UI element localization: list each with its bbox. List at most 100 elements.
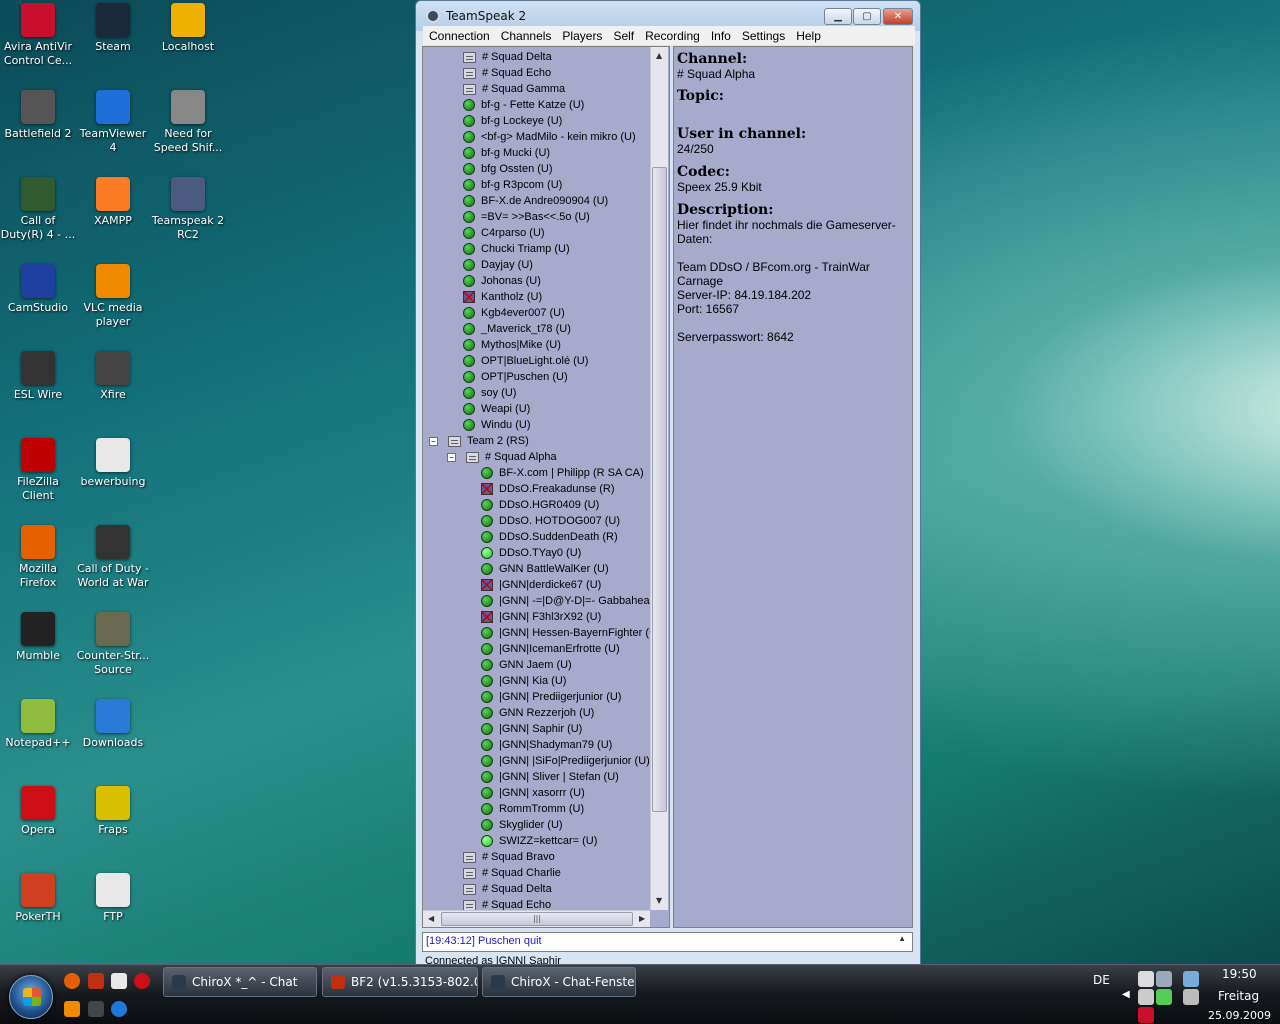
clock-date[interactable]: 25.09.2009	[1208, 1009, 1271, 1022]
tray-steam-icon[interactable]	[1138, 989, 1154, 1005]
scroll-down-icon[interactable]: ▼	[656, 896, 662, 905]
player-row[interactable]: OPT|Puschen (U)	[463, 369, 568, 385]
desktop-icon[interactable]: Fraps	[75, 786, 151, 837]
clock-time[interactable]: 19:50	[1222, 967, 1257, 981]
player-row[interactable]: bfg Ossten (U)	[463, 161, 553, 177]
desktop-icon[interactable]: Opera	[0, 786, 76, 837]
taskbar-button[interactable]: BF2 (v1.5.3153-802.0...	[322, 967, 478, 997]
menu-recording[interactable]: Recording	[639, 29, 705, 43]
collapse-icon[interactable]: −	[429, 436, 438, 446]
menu-channels[interactable]: Channels	[495, 29, 557, 43]
player-row[interactable]: BF-X.com | Philipp (R SA CA)	[481, 465, 644, 481]
player-row[interactable]: |GNN| Kia (U)	[481, 673, 566, 689]
player-row[interactable]: DDsO.SuddenDeath (R)	[481, 529, 618, 545]
channel-row[interactable]: # Squad Bravo	[463, 849, 555, 865]
channel-tree[interactable]: # Squad Delta # Squad Echo # Squad Gamma bf…	[422, 46, 670, 928]
desktop-icon[interactable]: Teamspeak 2 RC2	[150, 177, 226, 242]
ie-quicklaunch-icon[interactable]	[111, 1001, 127, 1017]
opera-quicklaunch-icon[interactable]	[134, 973, 150, 989]
firefox-quicklaunch-icon[interactable]	[64, 973, 80, 989]
desktop-icon[interactable]: FileZilla Client	[0, 438, 76, 503]
close-button[interactable]: ✕	[883, 8, 913, 25]
player-row[interactable]: |GNN|Shadyman79 (U)	[481, 737, 612, 753]
player-row[interactable]: |GNN| Sliver | Stefan (U)	[481, 769, 619, 785]
player-row[interactable]: RommTromm (U)	[481, 801, 584, 817]
player-row[interactable]: DDsO.HGR0409 (U)	[481, 497, 599, 513]
player-row[interactable]: C4rparso (U)	[463, 225, 545, 241]
player-row[interactable]: |GNN| |SiFo|Prediigerjunior (U)	[481, 753, 650, 769]
player-row[interactable]: =BV= >>Bas<<.5o (U)	[463, 209, 590, 225]
player-row[interactable]: bf-g - Fette Katze (U)	[463, 97, 584, 113]
player-row[interactable]: _Maverick_t78 (U)	[463, 321, 571, 337]
notepad-quicklaunch-icon[interactable]	[111, 973, 127, 989]
channel-row[interactable]: − # Squad Alpha	[447, 449, 557, 465]
player-row[interactable]: Skyglider (U)	[481, 817, 563, 833]
tray-network-icon[interactable]	[1183, 971, 1199, 987]
player-row[interactable]: SWIZZ=kettcar= (U)	[481, 833, 597, 849]
player-row[interactable]: DDsO. HOTDOG007 (U)	[481, 513, 620, 529]
player-row[interactable]: OPT|BlueLight.olé (U)	[463, 353, 588, 369]
log-scroll-up-icon[interactable]: ▲	[898, 934, 906, 943]
minimize-button[interactable]: ▁	[824, 8, 852, 25]
desktop-icon[interactable]: FTP	[75, 873, 151, 924]
scroll-up-icon[interactable]: ▲	[656, 51, 662, 60]
menu-info[interactable]: Info	[705, 29, 736, 43]
desktop-icon[interactable]: Downloads	[75, 699, 151, 750]
desktop-icon[interactable]: Call of Duty - World at War	[75, 525, 151, 590]
start-button[interactable]	[9, 975, 53, 1019]
player-row[interactable]: soy (U)	[463, 385, 516, 401]
desktop-icon[interactable]: TeamViewer 4	[75, 90, 151, 155]
menu-connection[interactable]: Connection	[423, 29, 495, 43]
desktop-icon[interactable]: XAMPP	[75, 177, 151, 228]
player-row[interactable]: GNN BattleWalKer (U)	[481, 561, 609, 577]
desktop-icon[interactable]: ESL Wire	[0, 351, 76, 402]
menu-self[interactable]: Self	[607, 29, 639, 43]
tray-avira-icon[interactable]	[1138, 1007, 1154, 1023]
player-row[interactable]: bf-g R3pcom (U)	[463, 177, 562, 193]
tree-horizontal-scrollbar[interactable]: ◀ ||| ▶	[423, 910, 650, 927]
channel-row[interactable]: − Team 2 (RS)	[429, 433, 529, 449]
menu-players[interactable]: Players	[556, 29, 607, 43]
tray-security-icon[interactable]	[1156, 989, 1172, 1005]
desktop-icon[interactable]: Steam	[75, 3, 151, 54]
desktop-icon[interactable]: PokerTH	[0, 873, 76, 924]
desktop-icon[interactable]: Avira AntiVir Control Ce...	[0, 3, 76, 68]
menu-help[interactable]: Help	[790, 29, 826, 43]
desktop-icon[interactable]: Mozilla Firefox	[0, 525, 76, 590]
desktop-icon[interactable]: Need for Speed Shif...	[150, 90, 226, 155]
player-row[interactable]: |GNN| -=|D@Y-D|=- Gabbahead	[481, 593, 656, 609]
tray-volume-icon[interactable]	[1183, 989, 1199, 1005]
player-row[interactable]: Johonas (U)	[463, 273, 541, 289]
collapse-icon[interactable]: −	[447, 452, 456, 462]
desktop-icon[interactable]: Counter-Str... Source	[75, 612, 151, 677]
taskbar-button[interactable]: ChiroX *_^ - Chat	[163, 967, 317, 997]
clock-day[interactable]: Freitag	[1218, 989, 1259, 1003]
player-row[interactable]: Kgb4ever007 (U)	[463, 305, 565, 321]
taskbar-button[interactable]: ChiroX - Chat-Fenster	[482, 967, 636, 997]
tray-xfire-icon[interactable]	[1138, 971, 1154, 987]
player-row[interactable]: GNN Rezzerjoh (U)	[481, 705, 594, 721]
player-row[interactable]: Chucki Triamp (U)	[463, 241, 570, 257]
tray-expand-icon[interactable]: ◀	[1122, 989, 1130, 1000]
player-row[interactable]: DDsO.Freakadunse (R)	[481, 481, 615, 497]
player-row[interactable]: |GNN| Prediigerjunior (U)	[481, 689, 621, 705]
desktop-icon[interactable]: CamStudio	[0, 264, 76, 315]
player-row[interactable]: BF-X.de Andre090904 (U)	[463, 193, 608, 209]
tray-teamspeak-icon[interactable]	[1156, 971, 1172, 987]
player-row[interactable]: bf-g Mucki (U)	[463, 145, 550, 161]
desktop-icon[interactable]: Xfire	[75, 351, 151, 402]
tree-vertical-scrollbar[interactable]: ▲ ▼	[650, 47, 668, 910]
tree-hscroll-thumb[interactable]: |||	[441, 912, 633, 926]
language-indicator[interactable]: DE	[1093, 973, 1110, 987]
player-row[interactable]: |GNN| F3hl3rX92 (U)	[481, 609, 601, 625]
player-row[interactable]: |GNN| xasorrr (U)	[481, 785, 585, 801]
bf2-quicklaunch-icon[interactable]	[88, 973, 104, 989]
player-row[interactable]: DDsO.TYay0 (U)	[481, 545, 581, 561]
menu-settings[interactable]: Settings	[736, 29, 790, 43]
xfire-quicklaunch-icon[interactable]	[88, 1001, 104, 1017]
player-row[interactable]: Windu (U)	[463, 417, 531, 433]
player-row[interactable]: bf-g Lockeye (U)	[463, 113, 562, 129]
player-row[interactable]: Mythos|Mike (U)	[463, 337, 561, 353]
desktop-icon[interactable]: Notepad++	[0, 699, 76, 750]
scroll-right-icon[interactable]: ▶	[639, 914, 645, 923]
